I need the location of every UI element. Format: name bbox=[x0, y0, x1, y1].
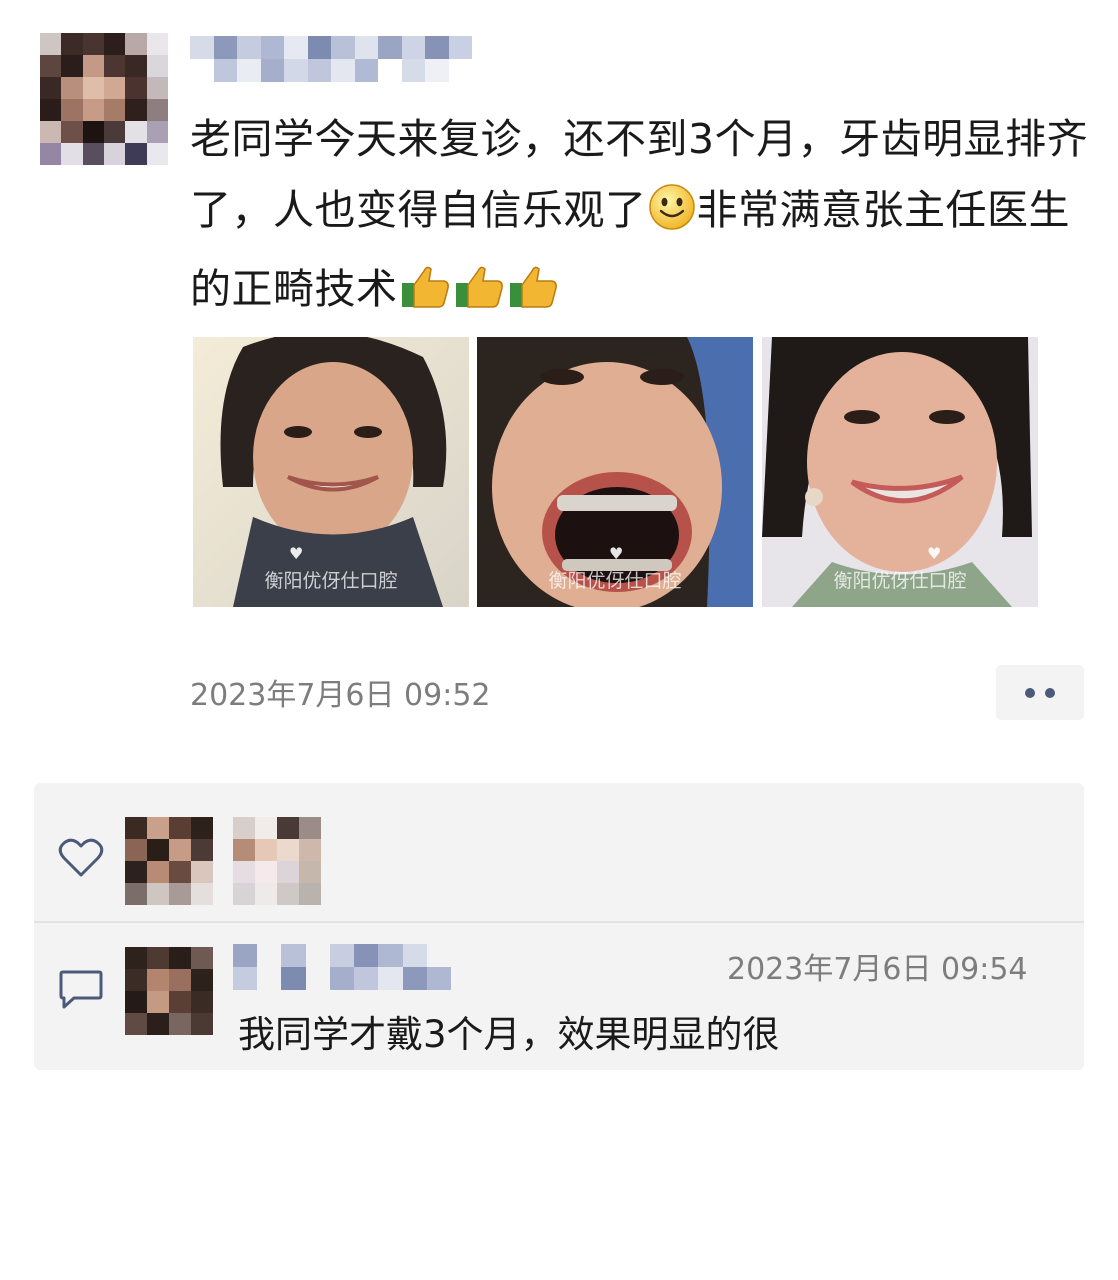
thumbs-up-icon bbox=[398, 261, 452, 333]
comment-text: 我同学才戴3个月，效果明显的很 bbox=[238, 1013, 780, 1056]
poster-avatar[interactable] bbox=[40, 33, 168, 165]
comment-icon bbox=[59, 970, 103, 1009]
poster-name[interactable] bbox=[190, 36, 472, 82]
post-timestamp: 2023年7月6日 09:52 bbox=[190, 678, 491, 713]
liker-avatar[interactable] bbox=[125, 817, 213, 905]
panel-divider bbox=[34, 921, 1084, 923]
photo-watermark: 衡阳优伢仕口腔 bbox=[264, 570, 398, 592]
liker-avatar[interactable] bbox=[233, 817, 321, 905]
more-dots-icon bbox=[1025, 687, 1035, 698]
thumbs-up-icon bbox=[452, 261, 506, 333]
more-options-button[interactable] bbox=[996, 665, 1084, 720]
watermark-heart-icon: ♥ bbox=[927, 544, 942, 563]
post-photo-2[interactable]: ♥ 衡阳优伢仕口腔 bbox=[477, 337, 753, 607]
heart-icon bbox=[58, 838, 104, 877]
post-text: 老同学今天来复诊，还不到3个月，牙齿明显排齐了，人也变得自信乐观了 非常满意张主任… bbox=[190, 104, 1090, 333]
post-photo-3[interactable]: ♥ 衡阳优伢仕口腔 bbox=[762, 337, 1038, 607]
comment-timestamp: 2023年7月6日 09:54 bbox=[727, 952, 1028, 987]
commenter-name[interactable] bbox=[233, 944, 451, 990]
thumbs-up-icon bbox=[506, 261, 560, 333]
more-dots-icon bbox=[1045, 687, 1055, 698]
post-photo-1[interactable]: ♥ 衡阳优伢仕口腔 bbox=[193, 337, 469, 607]
commenter-avatar[interactable] bbox=[125, 947, 213, 1035]
photo-watermark: 衡阳优伢仕口腔 bbox=[833, 570, 967, 592]
watermark-heart-icon: ♥ bbox=[609, 544, 624, 563]
watermark-heart-icon: ♥ bbox=[289, 544, 304, 563]
smile-emoji bbox=[647, 182, 697, 254]
photo-watermark: 衡阳优伢仕口腔 bbox=[548, 570, 682, 592]
